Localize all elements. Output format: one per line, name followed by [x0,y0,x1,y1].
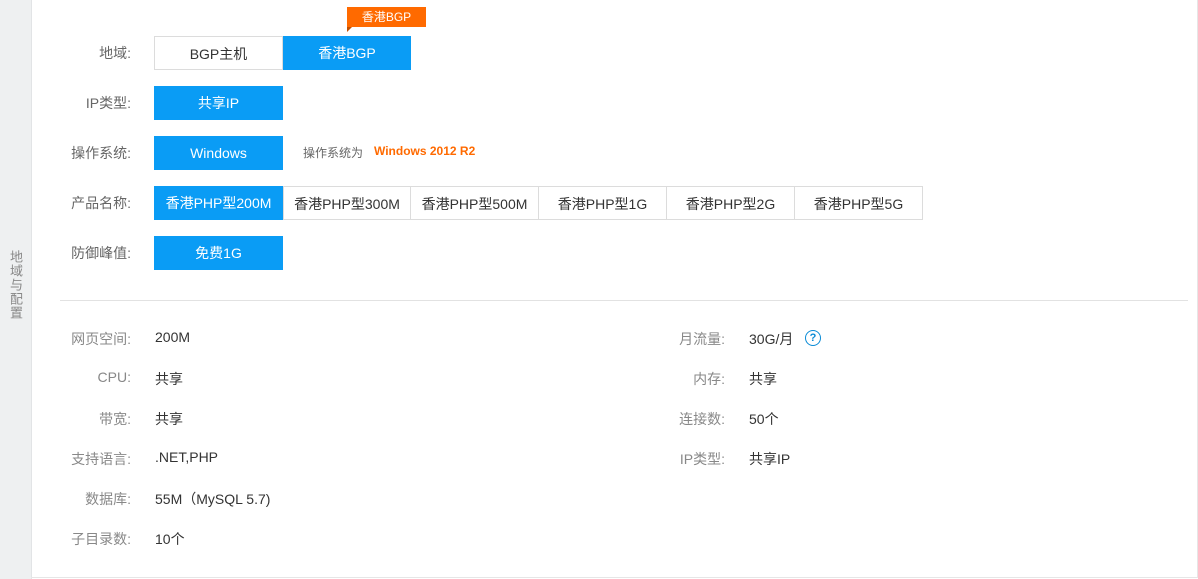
spec-label-monthly-traffic: 月流量: [679,331,725,347]
region-badge: 香港BGP [347,7,426,32]
product-option-200m[interactable]: 香港PHP型200M [154,186,283,220]
os-option-windows[interactable]: Windows [154,136,283,170]
side-tab-label: 地域与配置 [8,250,23,320]
ip-type-option-shared[interactable]: 共享IP [154,86,283,120]
spec-label-cpu: CPU: [97,369,131,385]
spec-value-database: 55M（MySQL 5.7) [155,491,271,507]
product-option-2g[interactable]: 香港PHP型2G [666,186,795,220]
spec-value-memory: 共享 [749,371,777,387]
spec-label-web-space: 网页空间: [71,331,131,347]
spec-label-languages: 支持语言: [71,451,131,467]
spec-label-ip-type: IP类型: [679,451,725,467]
config-panel: 地域: BGP主机 香港BGP 香港BGP IP类型: 共享IP 操作系统: W… [31,0,1198,578]
spec-value-ip-type: 共享IP [749,451,791,467]
spec-label-database: 数据库: [85,491,131,507]
product-option-5g[interactable]: 香港PHP型5G [794,186,923,220]
spec-value-languages: .NET,PHP [155,449,219,465]
spec-value-connections: 50个 [749,411,779,427]
side-tab[interactable]: 地域与配置 [0,0,32,579]
region-label: 地域: [99,45,131,61]
spec-label-subdirs: 子目录数: [71,531,131,547]
region-option-hk-bgp[interactable]: 香港BGP [283,36,411,70]
spec-value-monthly-traffic: 30G/月 [749,331,794,347]
product-label: 产品名称: [71,195,131,211]
divider [60,300,1188,301]
region-option-bgp-host[interactable]: BGP主机 [154,36,283,70]
defense-option-free-1g[interactable]: 免费1G [154,236,283,270]
product-option-300m[interactable]: 香港PHP型300M [283,186,411,220]
defense-label: 防御峰值: [71,245,131,261]
spec-label-connections: 连接数: [679,411,725,427]
spec-value-web-space: 200M [155,329,191,345]
product-option-500m[interactable]: 香港PHP型500M [410,186,539,220]
spec-value-subdirs: 10个 [155,531,185,547]
ip-type-label: IP类型: [85,95,131,111]
os-note-value: Windows 2012 R2 [374,144,476,158]
spec-value-bandwidth: 共享 [155,411,183,427]
os-label: 操作系统: [71,145,131,161]
spec-label-memory: 内存: [693,371,725,387]
question-circle-icon[interactable]: ? [805,330,821,346]
spec-label-bandwidth: 带宽: [99,411,131,427]
product-option-1g[interactable]: 香港PHP型1G [538,186,667,220]
spec-value-cpu: 共享 [155,371,183,387]
os-note-label: 操作系统为 [303,146,364,160]
